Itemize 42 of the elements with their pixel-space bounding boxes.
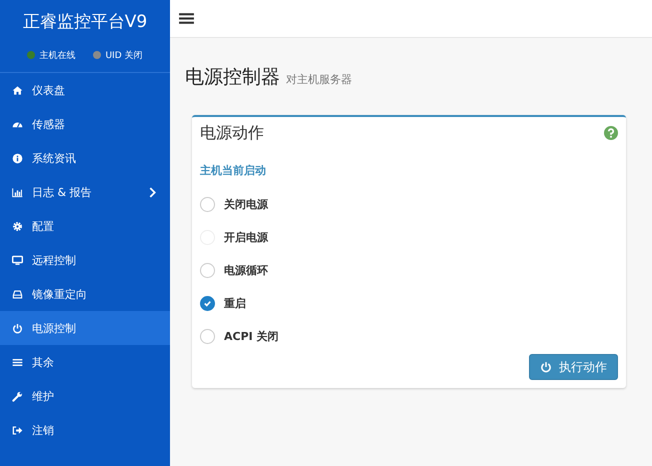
page-subtitle: 对主机服务器 xyxy=(286,72,352,87)
sidebar-item[interactable]: 配置 xyxy=(0,209,170,243)
gear-icon xyxy=(12,220,23,232)
info-icon xyxy=(12,152,23,164)
status-label: UID 关闭 xyxy=(105,50,143,62)
sidebar-item[interactable]: 系统资讯 xyxy=(0,141,170,175)
sidebar-item[interactable]: 其余 xyxy=(0,345,170,379)
option-label: 关闭电源 xyxy=(224,197,268,212)
page-title: 电源控制器 xyxy=(185,65,280,90)
bar-chart-icon xyxy=(12,186,23,198)
sidebar-item[interactable]: 维护 xyxy=(0,379,170,413)
menu-icon xyxy=(12,356,23,368)
power-icon xyxy=(12,322,23,334)
help-icon[interactable] xyxy=(604,126,618,140)
section-label: 主机当前启动 xyxy=(200,163,267,178)
sidebar-item[interactable]: 传感器 xyxy=(0,107,170,141)
sidebar-item[interactable]: 镜像重定向 xyxy=(0,277,170,311)
wrench-icon xyxy=(12,390,23,402)
option-label: ACPI 关闭 xyxy=(224,329,279,344)
radio-button[interactable] xyxy=(200,329,215,344)
sign-out-icon xyxy=(12,424,23,436)
sidebar-item[interactable]: 注销 xyxy=(0,413,170,447)
home-icon xyxy=(12,84,23,96)
sidebar-item[interactable]: 远程控制 xyxy=(0,243,170,277)
sidebar-item[interactable]: 仪表盘 xyxy=(0,73,170,107)
radio-button[interactable] xyxy=(200,296,215,311)
status-label: 主机在线 xyxy=(39,50,76,62)
option-label: 重启 xyxy=(224,296,246,311)
option-label: 开启电源 xyxy=(224,230,268,245)
radio-button[interactable] xyxy=(200,197,215,212)
menu-icon[interactable] xyxy=(178,10,195,27)
sidebar-item[interactable]: 电源控制 xyxy=(0,311,170,345)
radio-button[interactable] xyxy=(200,263,215,278)
card-title: 电源动作 xyxy=(200,122,264,144)
drive-icon xyxy=(12,288,23,300)
option-label: 电源循环 xyxy=(224,263,268,278)
sidebar-item[interactable]: 日志 & 报告 xyxy=(0,175,170,209)
monitor-icon xyxy=(12,254,23,266)
app-title: 正睿监控平台V9 xyxy=(22,11,148,34)
power-icon xyxy=(540,361,552,373)
check-icon xyxy=(203,299,212,308)
execute-button[interactable]: 执行动作 xyxy=(529,354,618,380)
